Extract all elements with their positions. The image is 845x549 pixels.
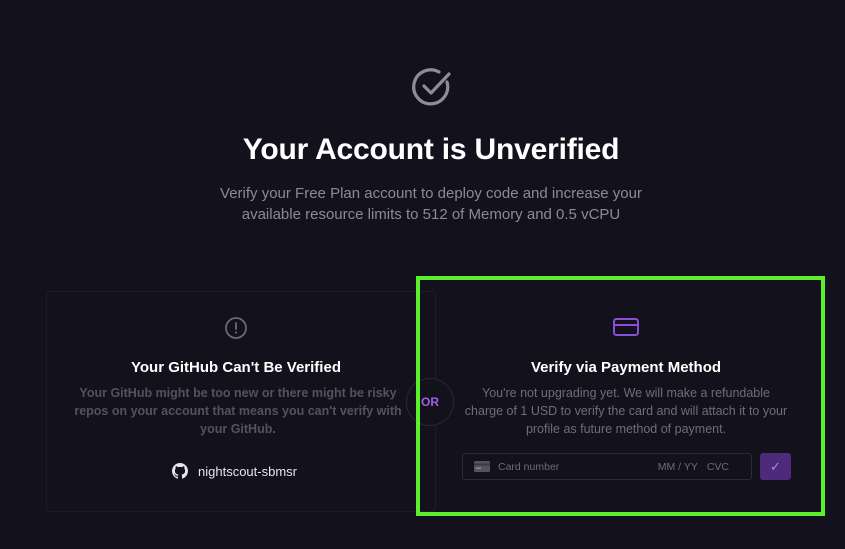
card-number-placeholder[interactable]: Card number bbox=[498, 461, 658, 473]
payment-card-description: You're not upgrading yet. We will make a… bbox=[464, 386, 788, 436]
check-circle-icon bbox=[412, 68, 451, 106]
alert-circle-icon bbox=[225, 317, 247, 339]
payment-card-title: Verify via Payment Method bbox=[530, 359, 722, 376]
checkmark-icon: ✓ bbox=[770, 458, 781, 474]
github-account: nightscout-sbmsr bbox=[172, 462, 297, 480]
github-card-title: Your GitHub Can't Be Verified bbox=[131, 359, 341, 376]
credit-card-icon bbox=[613, 318, 639, 336]
card-number-input[interactable]: Card number MM / YY CVC bbox=[462, 453, 752, 480]
card-expiry-field[interactable]: MM / YY bbox=[658, 461, 698, 473]
verification-page: Your Account is Unverified Verify your F… bbox=[0, 0, 845, 549]
github-card-description: Your GitHub might be too new or there mi… bbox=[74, 386, 402, 436]
github-icon bbox=[172, 463, 188, 479]
card-cvc-field[interactable]: CVC bbox=[707, 461, 729, 473]
or-divider: OR bbox=[406, 378, 454, 426]
page-subtitle: Verify your Free Plan account to deploy … bbox=[220, 185, 642, 223]
or-label: OR bbox=[421, 395, 439, 409]
submit-card-button[interactable]: ✓ bbox=[760, 453, 791, 480]
github-username: nightscout-sbmsr bbox=[198, 463, 297, 479]
card-brand-icon bbox=[474, 461, 490, 472]
page-title: Your Account is Unverified bbox=[242, 133, 620, 166]
